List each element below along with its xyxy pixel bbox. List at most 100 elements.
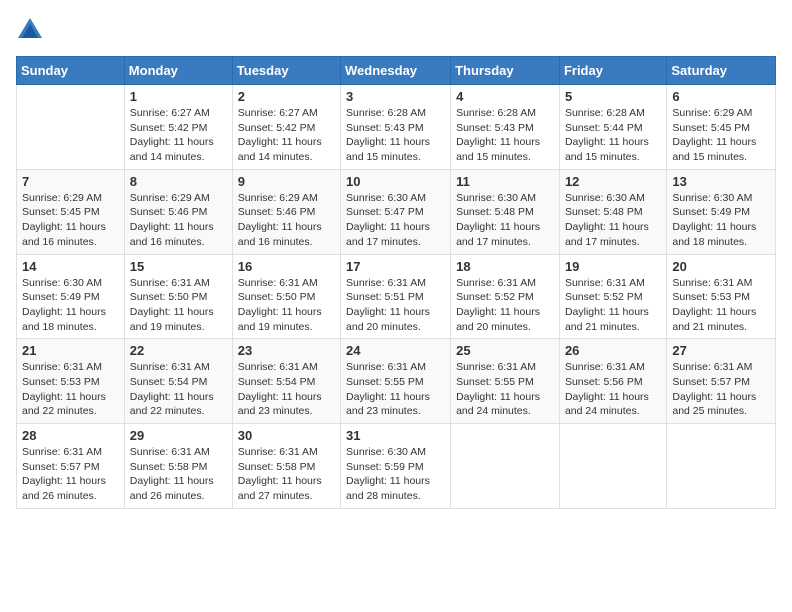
day-info: Sunrise: 6:31 AM Sunset: 5:52 PM Dayligh… bbox=[565, 276, 661, 335]
day-number: 16 bbox=[238, 259, 335, 274]
calendar-cell: 21Sunrise: 6:31 AM Sunset: 5:53 PM Dayli… bbox=[17, 339, 125, 424]
calendar-cell: 28 Sunrise: 6:31 AM Sunset: 5:57 PM Dayli… bbox=[17, 424, 125, 509]
day-number: 25 bbox=[456, 343, 554, 358]
calendar-header-saturday: Saturday bbox=[667, 57, 776, 85]
page-header bbox=[16, 16, 776, 44]
calendar-cell: 22 Sunrise: 6:31 AM Sunset: 5:54 PM Dayli… bbox=[124, 339, 232, 424]
day-info: Sunrise: 6:31 AM Sunset: 5:50 PM Dayligh… bbox=[130, 276, 227, 335]
day-number: 5 bbox=[565, 89, 661, 104]
day-info: Sunrise: 6:27 AM Sunset: 5:42 PM Dayligh… bbox=[238, 106, 335, 165]
calendar-cell: 16 Sunrise: 6:31 AM Sunset: 5:50 PM Dayli… bbox=[232, 254, 340, 339]
day-info: Sunrise: 6:31 AM Sunset: 5:53 PM Dayligh… bbox=[672, 276, 770, 335]
calendar-cell: 1 Sunrise: 6:27 AM Sunset: 5:42 PM Daylig… bbox=[124, 85, 232, 170]
calendar-cell: 11Sunrise: 6:30 AM Sunset: 5:48 PM Dayli… bbox=[451, 169, 560, 254]
day-info: Sunrise: 6:29 AM Sunset: 5:45 PM Dayligh… bbox=[22, 191, 119, 250]
day-number: 22 bbox=[130, 343, 227, 358]
day-number: 26 bbox=[565, 343, 661, 358]
day-number: 1 bbox=[130, 89, 227, 104]
day-info: Sunrise: 6:29 AM Sunset: 5:46 PM Dayligh… bbox=[130, 191, 227, 250]
day-number: 7 bbox=[22, 174, 119, 189]
calendar-cell: 18Sunrise: 6:31 AM Sunset: 5:52 PM Dayli… bbox=[451, 254, 560, 339]
day-info: Sunrise: 6:31 AM Sunset: 5:51 PM Dayligh… bbox=[346, 276, 445, 335]
day-number: 19 bbox=[565, 259, 661, 274]
day-info: Sunrise: 6:31 AM Sunset: 5:58 PM Dayligh… bbox=[130, 445, 227, 504]
day-number: 10 bbox=[346, 174, 445, 189]
calendar-header-thursday: Thursday bbox=[451, 57, 560, 85]
day-number: 2 bbox=[238, 89, 335, 104]
day-info: Sunrise: 6:28 AM Sunset: 5:43 PM Dayligh… bbox=[456, 106, 554, 165]
calendar-week-1: 1 Sunrise: 6:27 AM Sunset: 5:42 PM Daylig… bbox=[17, 85, 776, 170]
day-number: 4 bbox=[456, 89, 554, 104]
calendar-cell: 4 Sunrise: 6:28 AM Sunset: 5:43 PM Daylig… bbox=[451, 85, 560, 170]
day-number: 21 bbox=[22, 343, 119, 358]
day-number: 28 bbox=[22, 428, 119, 443]
calendar-cell: 14 Sunrise: 6:30 AM Sunset: 5:49 PM Dayli… bbox=[17, 254, 125, 339]
day-info: Sunrise: 6:27 AM Sunset: 5:42 PM Dayligh… bbox=[130, 106, 227, 165]
day-info: Sunrise: 6:30 AM Sunset: 5:47 PM Dayligh… bbox=[346, 191, 445, 250]
day-number: 24 bbox=[346, 343, 445, 358]
calendar-cell: 13 Sunrise: 6:30 AM Sunset: 5:49 PM Dayli… bbox=[667, 169, 776, 254]
day-info: Sunrise: 6:31 AM Sunset: 5:56 PM Dayligh… bbox=[565, 360, 661, 419]
calendar-week-3: 14 Sunrise: 6:30 AM Sunset: 5:49 PM Dayli… bbox=[17, 254, 776, 339]
day-info: Sunrise: 6:29 AM Sunset: 5:45 PM Dayligh… bbox=[672, 106, 770, 165]
calendar-header-wednesday: Wednesday bbox=[341, 57, 451, 85]
day-info: Sunrise: 6:28 AM Sunset: 5:44 PM Dayligh… bbox=[565, 106, 661, 165]
day-info: Sunrise: 6:31 AM Sunset: 5:57 PM Dayligh… bbox=[672, 360, 770, 419]
calendar-week-5: 28 Sunrise: 6:31 AM Sunset: 5:57 PM Dayli… bbox=[17, 424, 776, 509]
calendar-cell: 17Sunrise: 6:31 AM Sunset: 5:51 PM Dayli… bbox=[341, 254, 451, 339]
day-info: Sunrise: 6:30 AM Sunset: 5:49 PM Dayligh… bbox=[22, 276, 119, 335]
day-info: Sunrise: 6:30 AM Sunset: 5:48 PM Dayligh… bbox=[565, 191, 661, 250]
day-info: Sunrise: 6:31 AM Sunset: 5:50 PM Dayligh… bbox=[238, 276, 335, 335]
calendar-week-2: 7 Sunrise: 6:29 AM Sunset: 5:45 PM Daylig… bbox=[17, 169, 776, 254]
calendar-cell: 23Sunrise: 6:31 AM Sunset: 5:54 PM Dayli… bbox=[232, 339, 340, 424]
day-number: 8 bbox=[130, 174, 227, 189]
calendar-cell: 15 Sunrise: 6:31 AM Sunset: 5:50 PM Dayli… bbox=[124, 254, 232, 339]
calendar-cell: 25 Sunrise: 6:31 AM Sunset: 5:55 PM Dayli… bbox=[451, 339, 560, 424]
day-number: 6 bbox=[672, 89, 770, 104]
calendar-header-monday: Monday bbox=[124, 57, 232, 85]
day-number: 31 bbox=[346, 428, 445, 443]
day-number: 9 bbox=[238, 174, 335, 189]
day-info: Sunrise: 6:31 AM Sunset: 5:55 PM Dayligh… bbox=[456, 360, 554, 419]
calendar-cell: 5 Sunrise: 6:28 AM Sunset: 5:44 PM Daylig… bbox=[559, 85, 666, 170]
day-info: Sunrise: 6:31 AM Sunset: 5:55 PM Dayligh… bbox=[346, 360, 445, 419]
calendar-cell: 3Sunrise: 6:28 AM Sunset: 5:43 PM Daylig… bbox=[341, 85, 451, 170]
day-info: Sunrise: 6:30 AM Sunset: 5:49 PM Dayligh… bbox=[672, 191, 770, 250]
logo-icon bbox=[16, 16, 44, 44]
calendar-cell: 24 Sunrise: 6:31 AM Sunset: 5:55 PM Dayli… bbox=[341, 339, 451, 424]
day-number: 12 bbox=[565, 174, 661, 189]
day-info: Sunrise: 6:31 AM Sunset: 5:54 PM Dayligh… bbox=[238, 360, 335, 419]
calendar-cell: 6 Sunrise: 6:29 AM Sunset: 5:45 PM Daylig… bbox=[667, 85, 776, 170]
calendar-cell: 27Sunrise: 6:31 AM Sunset: 5:57 PM Dayli… bbox=[667, 339, 776, 424]
calendar-header-sunday: Sunday bbox=[17, 57, 125, 85]
calendar-table: SundayMondayTuesdayWednesdayThursdayFrid… bbox=[16, 56, 776, 509]
calendar-cell: 30 Sunrise: 6:31 AM Sunset: 5:58 PM Dayli… bbox=[232, 424, 340, 509]
calendar-cell: 9Sunrise: 6:29 AM Sunset: 5:46 PM Daylig… bbox=[232, 169, 340, 254]
calendar-cell bbox=[559, 424, 666, 509]
calendar-cell: 10 Sunrise: 6:30 AM Sunset: 5:47 PM Dayli… bbox=[341, 169, 451, 254]
day-number: 30 bbox=[238, 428, 335, 443]
calendar-header-row: SundayMondayTuesdayWednesdayThursdayFrid… bbox=[17, 57, 776, 85]
day-number: 13 bbox=[672, 174, 770, 189]
calendar-cell: 12 Sunrise: 6:30 AM Sunset: 5:48 PM Dayli… bbox=[559, 169, 666, 254]
day-info: Sunrise: 6:30 AM Sunset: 5:48 PM Dayligh… bbox=[456, 191, 554, 250]
calendar-cell: 20 Sunrise: 6:31 AM Sunset: 5:53 PM Dayli… bbox=[667, 254, 776, 339]
calendar-cell: 2 Sunrise: 6:27 AM Sunset: 5:42 PM Daylig… bbox=[232, 85, 340, 170]
day-info: Sunrise: 6:30 AM Sunset: 5:59 PM Dayligh… bbox=[346, 445, 445, 504]
calendar-cell: 8 Sunrise: 6:29 AM Sunset: 5:46 PM Daylig… bbox=[124, 169, 232, 254]
calendar-header-tuesday: Tuesday bbox=[232, 57, 340, 85]
day-info: Sunrise: 6:31 AM Sunset: 5:57 PM Dayligh… bbox=[22, 445, 119, 504]
calendar-cell: 26 Sunrise: 6:31 AM Sunset: 5:56 PM Dayli… bbox=[559, 339, 666, 424]
logo bbox=[16, 16, 48, 44]
calendar-cell: 31 Sunrise: 6:30 AM Sunset: 5:59 PM Dayli… bbox=[341, 424, 451, 509]
calendar-cell bbox=[17, 85, 125, 170]
day-info: Sunrise: 6:31 AM Sunset: 5:58 PM Dayligh… bbox=[238, 445, 335, 504]
day-number: 14 bbox=[22, 259, 119, 274]
calendar-cell bbox=[667, 424, 776, 509]
day-info: Sunrise: 6:31 AM Sunset: 5:54 PM Dayligh… bbox=[130, 360, 227, 419]
day-number: 20 bbox=[672, 259, 770, 274]
calendar-cell: 19 Sunrise: 6:31 AM Sunset: 5:52 PM Dayli… bbox=[559, 254, 666, 339]
day-number: 15 bbox=[130, 259, 227, 274]
calendar-cell bbox=[451, 424, 560, 509]
calendar-cell: 7 Sunrise: 6:29 AM Sunset: 5:45 PM Daylig… bbox=[17, 169, 125, 254]
